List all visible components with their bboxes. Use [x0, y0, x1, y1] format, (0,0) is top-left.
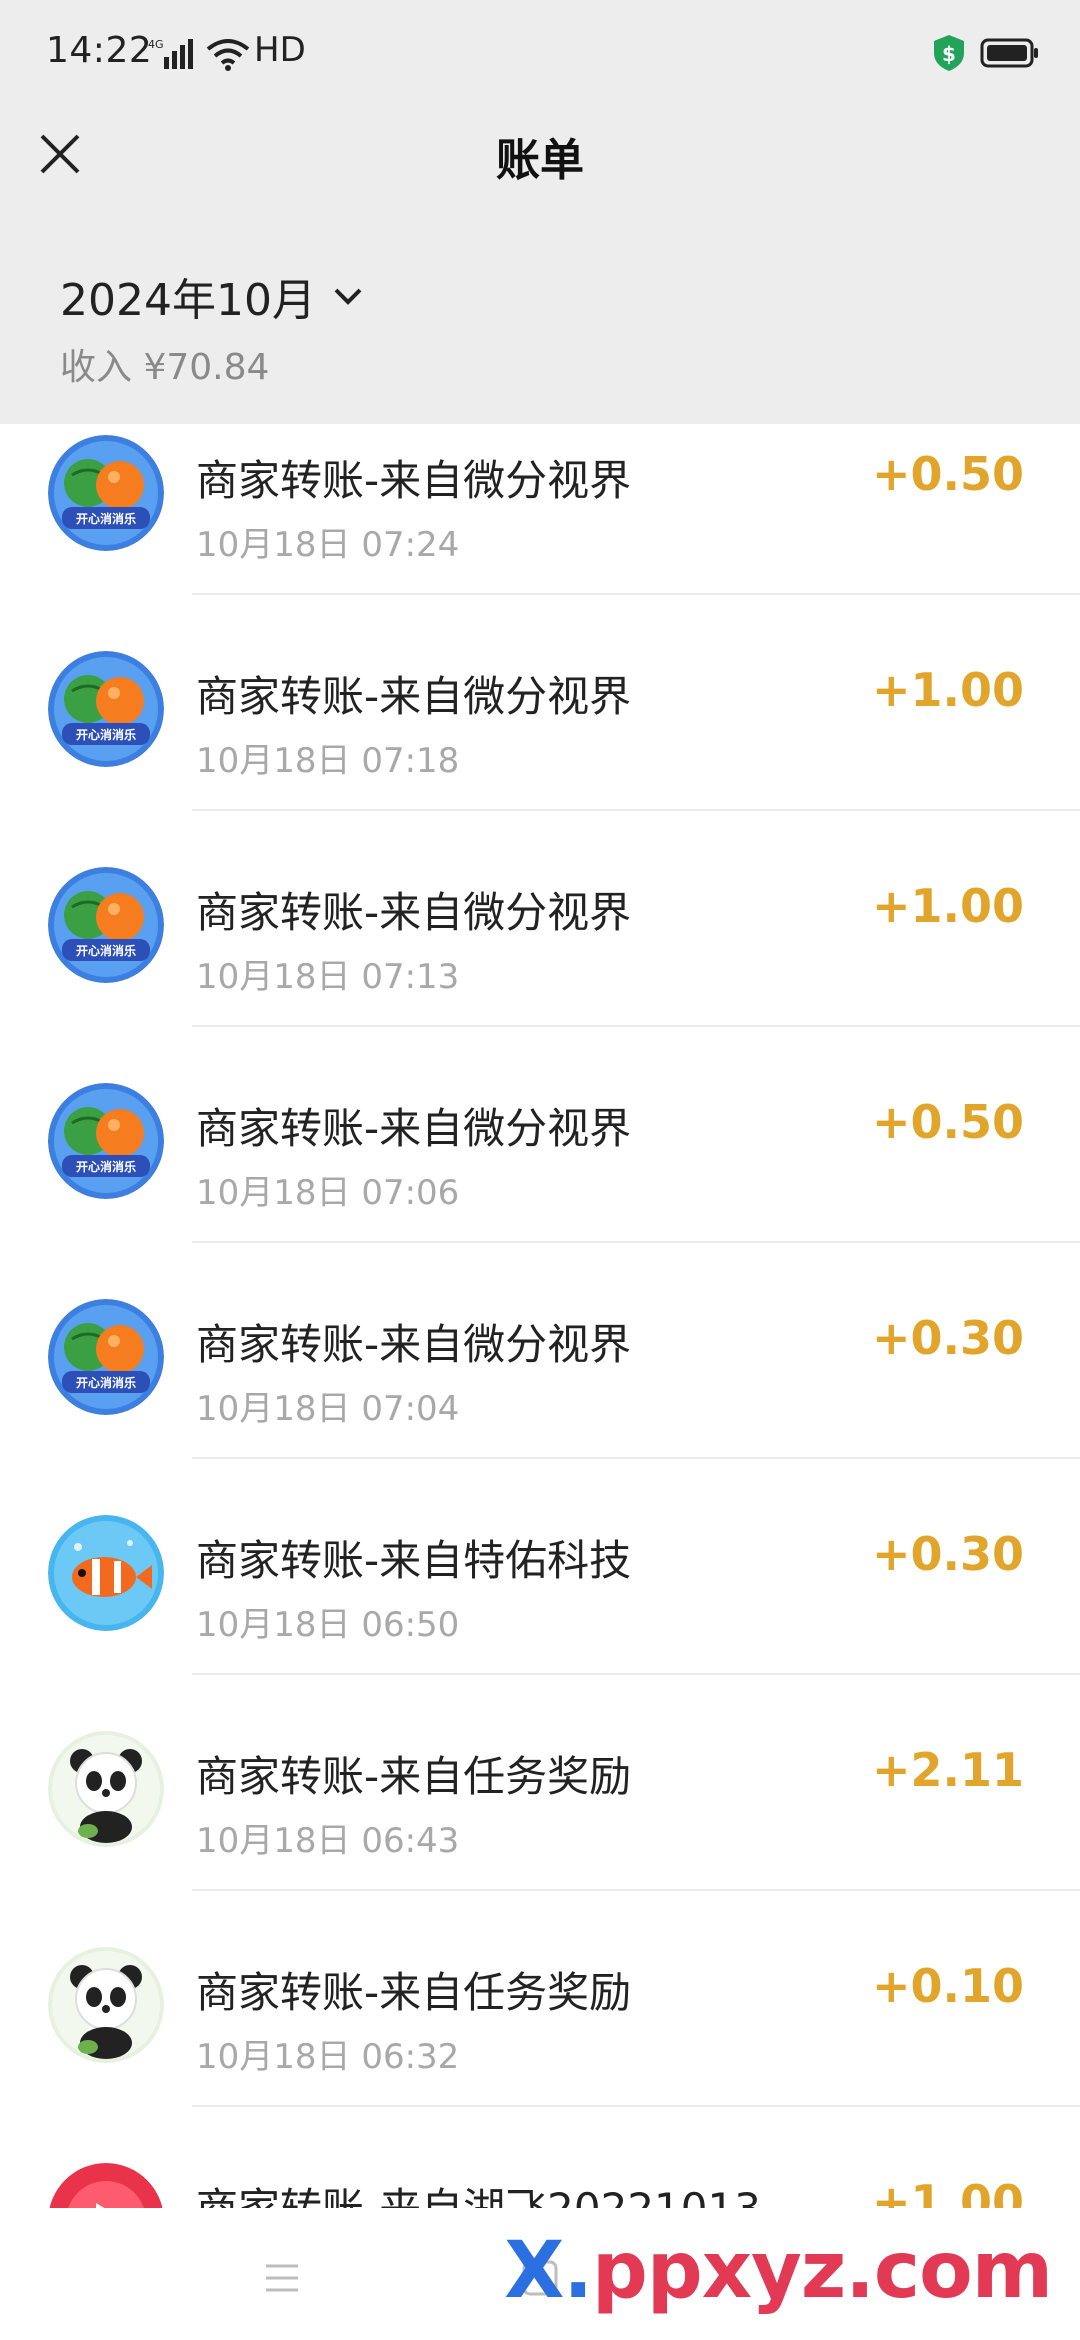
transaction-time: 10月18日 06:43 [196, 1821, 460, 1861]
transaction-amount: +0.30 [871, 1311, 1024, 1365]
signal-icons: 4G [148, 34, 250, 74]
svg-text:开心消消乐: 开心消消乐 [76, 1375, 136, 1390]
menu-icon [266, 2264, 298, 2292]
cellular-signal-icon: 4G [148, 38, 193, 69]
transaction-amount: +2.11 [871, 1743, 1024, 1797]
watermark-text: ppxyz.com [592, 2226, 1053, 2316]
shield-money-icon: $ [934, 35, 964, 71]
transaction-title: 商家转账-来自微分视界 [196, 672, 632, 721]
status-bar: 14:22 4G HD $ [0, 0, 1080, 96]
month-label: 2024年10月 [60, 275, 316, 326]
transaction-time: 10月18日 07:18 [196, 741, 460, 781]
watermark-prefix: X. [504, 2226, 593, 2316]
transaction-row[interactable]: 开心消消乐 商家转账-来自微分视界 10月18日 07:18 +1.00 [0, 595, 1080, 811]
transaction-row[interactable]: 开心消消乐 商家转账-来自微分视界 10月18日 07:13 +1.00 [0, 811, 1080, 1027]
title-bar: 账单 [0, 96, 1080, 214]
transaction-title: 商家转账-来自微分视界 [196, 1320, 632, 1369]
transaction-amount: +1.00 [871, 663, 1024, 717]
merchant-avatar: 开心消消乐 [48, 1083, 164, 1199]
transaction-title: 商家转账-来自特佑科技 [196, 1536, 632, 1585]
merchant-avatar [48, 1731, 164, 1847]
transaction-time: 10月18日 07:06 [196, 1173, 460, 1213]
transaction-row[interactable]: 商家转账-来自任务奖励 10月18日 06:32 +0.10 [0, 1891, 1080, 2107]
transaction-time: 10月18日 07:24 [196, 525, 460, 565]
transaction-amount: +0.10 [871, 1959, 1024, 2013]
svg-text:开心消消乐: 开心消消乐 [76, 511, 136, 526]
merchant-avatar [48, 1947, 164, 2063]
income-summary: 收入 ¥70.84 [60, 347, 270, 388]
nav-menu-button[interactable] [252, 2248, 312, 2308]
status-time: 14:22 [46, 30, 153, 71]
svg-text:开心消消乐: 开心消消乐 [76, 943, 136, 958]
svg-text:4G: 4G [148, 38, 164, 51]
svg-text:$: $ [942, 42, 956, 66]
transaction-row[interactable]: 开心消消乐 商家转账-来自微分视界 10月18日 07:24 +0.50 [0, 424, 1080, 595]
transaction-title: 商家转账-来自微分视界 [196, 1104, 632, 1153]
svg-text:开心消消乐: 开心消消乐 [76, 1159, 136, 1174]
wifi-icon [206, 39, 250, 71]
status-hd: HD [254, 30, 306, 70]
merchant-avatar [48, 1515, 164, 1631]
transaction-title: 商家转账-来自任务奖励 [196, 1968, 632, 2017]
transaction-list-inner: 开心消消乐 商家转账-来自微分视界 10月18日 07:24 +0.50 开心消… [0, 424, 1080, 2208]
transaction-time: 10月18日 07:04 [196, 1389, 460, 1429]
transaction-time: 10月18日 06:50 [196, 1605, 460, 1645]
status-right: $ [932, 34, 1040, 72]
transaction-amount: +1.00 [871, 2175, 1024, 2208]
transaction-title: 商家转账-来自微分视界 [196, 456, 632, 505]
merchant-avatar: 开心消消乐 [48, 435, 164, 551]
transaction-amount: +0.50 [871, 447, 1024, 501]
transaction-row[interactable]: 开心消消乐 商家转账-来自微分视界 10月18日 07:04 +0.30 [0, 1243, 1080, 1459]
transaction-time: 10月18日 06:32 [196, 2037, 460, 2077]
month-selector[interactable]: 2024年10月 [60, 264, 364, 328]
merchant-avatar: 开心消消乐 [48, 867, 164, 983]
transaction-title: 商家转账-来自任务奖励 [196, 1752, 632, 1801]
month-header: 2024年10月 收入 ¥70.84 [0, 214, 1080, 424]
transaction-time: 10月18日 07:13 [196, 957, 460, 997]
svg-text:开心消消乐: 开心消消乐 [76, 727, 136, 742]
transaction-title: 商家转账-来自湖飞20221013 [196, 2175, 761, 2208]
transaction-row[interactable]: 商家转账-来自任务奖励 10月18日 06:43 +2.11 [0, 1675, 1080, 1891]
merchant-avatar: 开心消消乐 [48, 651, 164, 767]
transaction-row[interactable]: 开心消消乐 商家转账-来自微分视界 10月18日 07:06 +0.50 [0, 1027, 1080, 1243]
transaction-list[interactable]: 开心消消乐 商家转账-来自微分视界 10月18日 07:24 +0.50 开心消… [0, 424, 1080, 2208]
transaction-amount: +0.30 [871, 1527, 1024, 1581]
transaction-row[interactable]: 商家转账-来自湖飞20221013 +1.00 [0, 2107, 1080, 2208]
battery-icon [980, 38, 1038, 68]
chevron-down-icon [334, 288, 362, 305]
merchant-avatar [48, 2163, 164, 2208]
transaction-row[interactable]: 商家转账-来自特佑科技 10月18日 06:50 +0.30 [0, 1459, 1080, 1675]
transaction-amount: +1.00 [871, 879, 1024, 933]
page-title: 账单 [496, 135, 584, 186]
transaction-amount: +0.50 [871, 1095, 1024, 1149]
transaction-title: 商家转账-来自微分视界 [196, 888, 632, 937]
merchant-avatar: 开心消消乐 [48, 1299, 164, 1415]
watermark: X.ppxyz.com [504, 2226, 1053, 2316]
